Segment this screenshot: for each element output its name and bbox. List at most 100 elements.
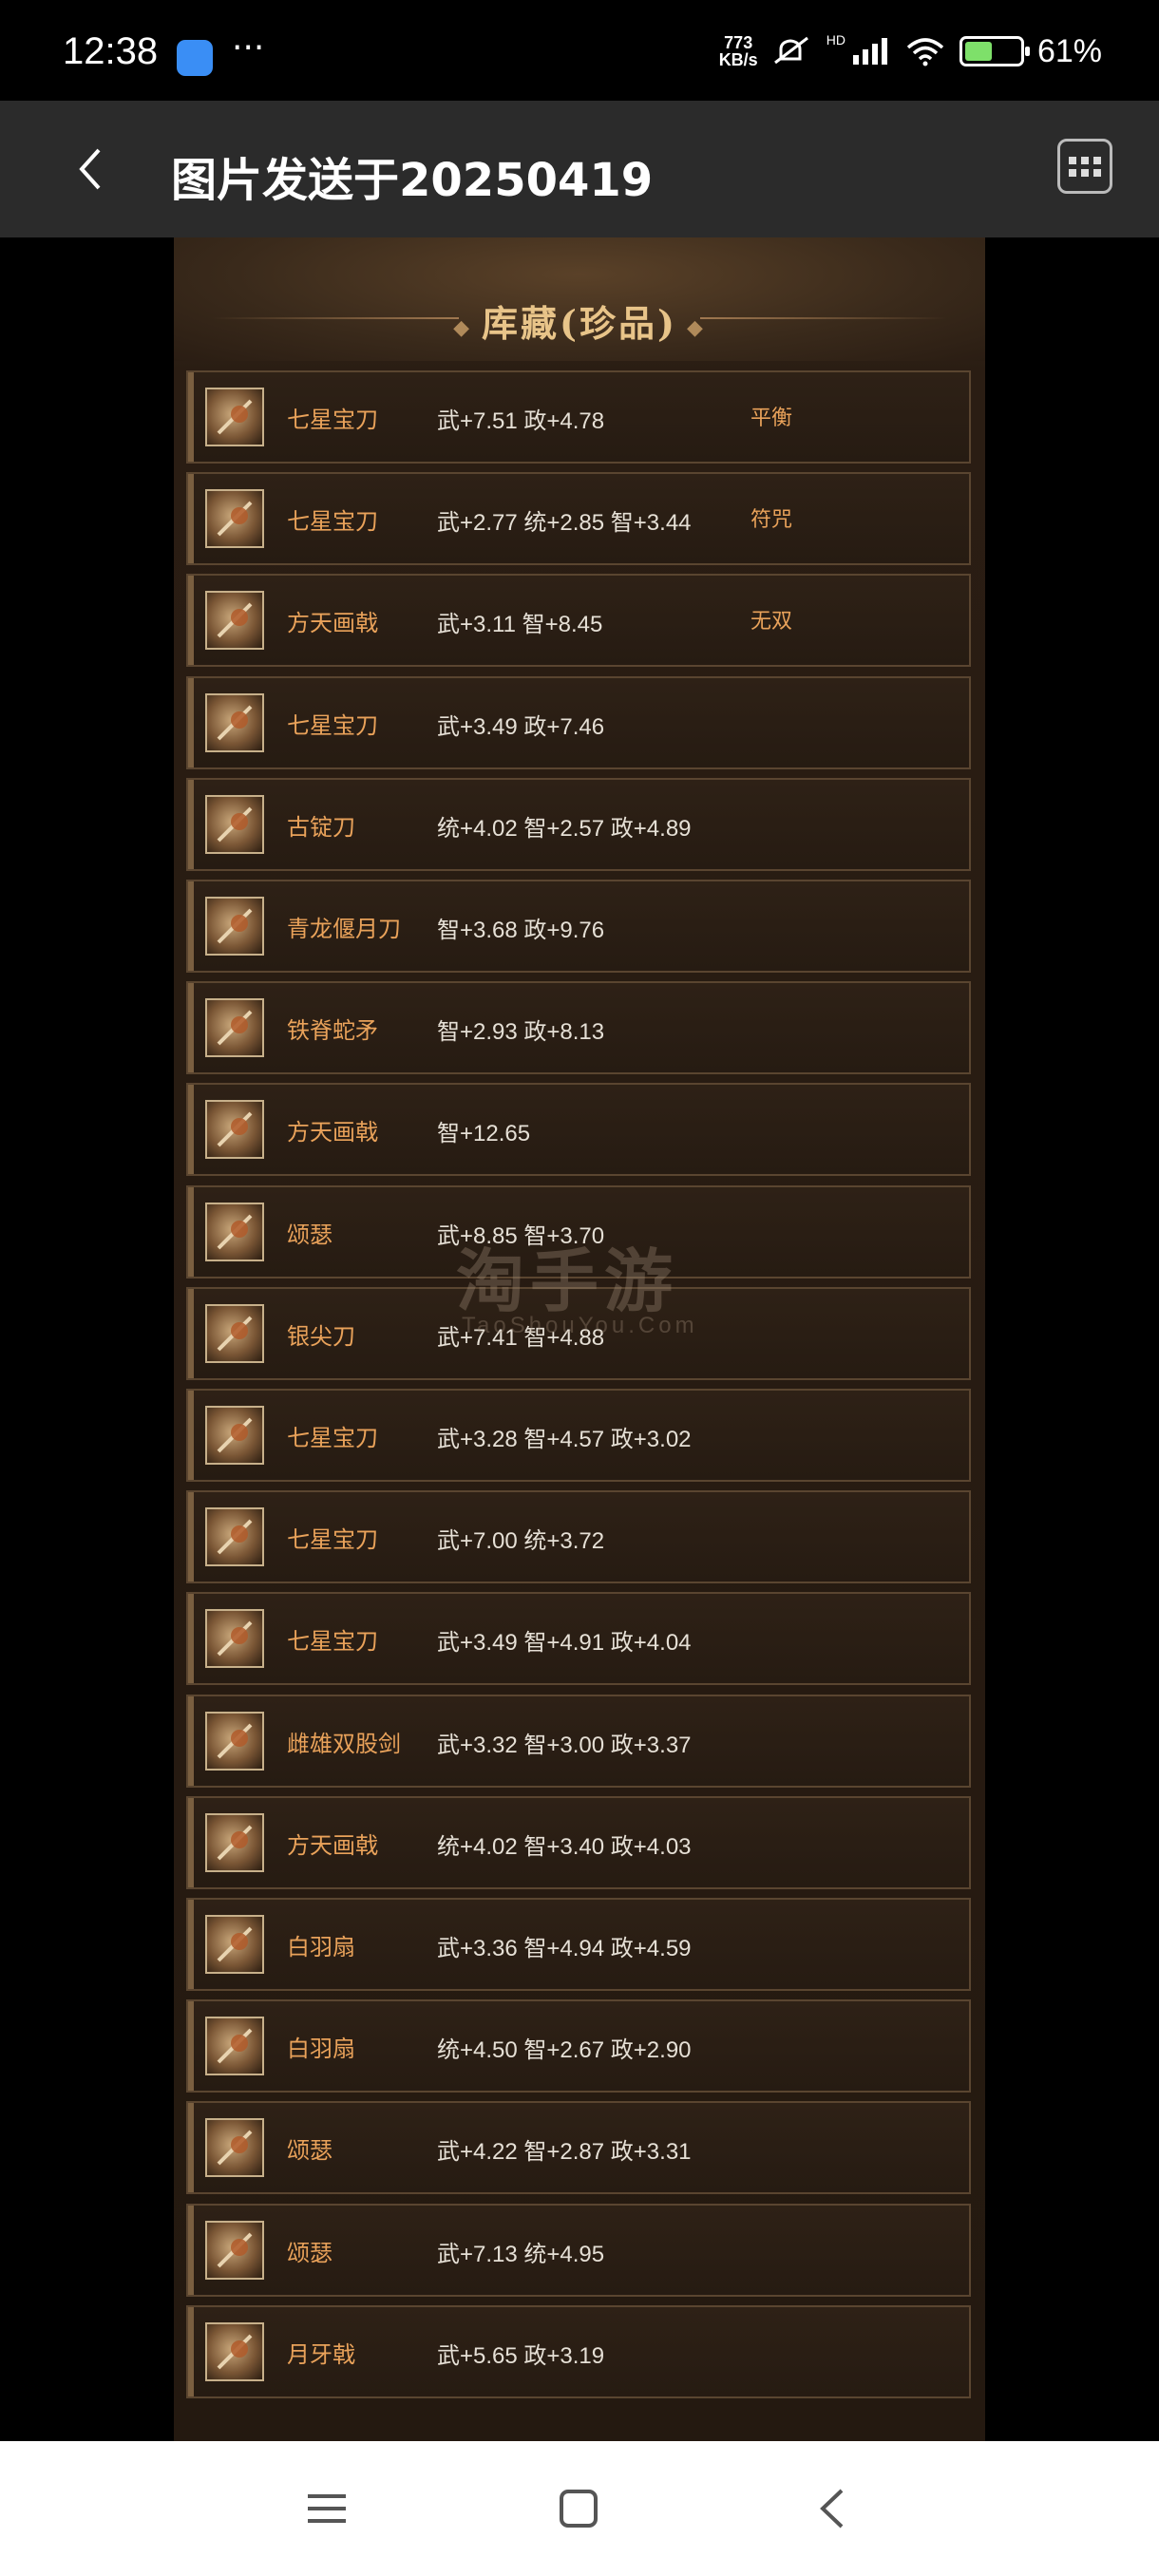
ornament-left-icon: ◆ (453, 314, 473, 340)
weapon-icon (205, 1303, 264, 1363)
battery-percent: 61% (1036, 32, 1102, 69)
inventory-row[interactable]: 方天画戟 智+12.65 (186, 1083, 971, 1177)
weapon-icon (205, 1711, 264, 1771)
item-name: 铁脊蛇矛 (287, 1017, 378, 1045)
item-stats: 武+5.65 政+3.19 (437, 2342, 605, 2369)
inventory-row[interactable]: 月牙戟 武+5.65 政+3.19 (186, 2304, 971, 2398)
item-name: 七星宝刀 (287, 1425, 378, 1451)
item-name: 颂瑟 (287, 2137, 332, 2165)
more-notifications-icon: ··· (232, 28, 265, 67)
item-stats: 武+3.49 智+4.91 政+4.04 (437, 1630, 692, 1657)
inventory-row[interactable]: 七星宝刀 武+2.77 统+2.85 智+3.44 符咒 (186, 472, 971, 566)
item-stats: 武+4.22 智+2.87 政+3.31 (437, 2139, 692, 2166)
menu-icon[interactable] (306, 2491, 348, 2527)
weapon-icon (205, 388, 264, 446)
weapon-icon (205, 1507, 264, 1567)
hd-signal-label: HD (826, 32, 846, 47)
item-stats: 武+3.32 智+3.00 政+3.37 (437, 1732, 692, 1758)
weapon-icon (205, 2321, 264, 2381)
weapon-icon (205, 998, 264, 1058)
item-stats: 武+3.28 智+4.57 政+3.02 (437, 1427, 692, 1452)
item-stats: 智+3.68 政+9.76 (437, 918, 605, 943)
weapon-icon (205, 2220, 264, 2280)
item-tag: 符咒 (750, 508, 793, 533)
item-stats: 武+7.00 统+3.72 (437, 1528, 605, 1555)
weapon-icon (205, 489, 264, 549)
network-speed-unit: KB/s (718, 50, 758, 69)
inventory-row[interactable]: 颂瑟 武+7.13 统+4.95 (186, 2203, 971, 2297)
status-icons: 773 KB/s HD 61% (719, 32, 1102, 70)
item-stats: 统+4.02 智+2.57 政+4.89 (437, 815, 692, 842)
wifi-icon (906, 38, 944, 66)
item-name: 七星宝刀 (287, 508, 378, 536)
item-stats: 智+2.93 政+8.13 (437, 1019, 605, 1046)
item-name: 青龙偃月刀 (287, 916, 401, 942)
inventory-row[interactable]: 白羽扇 武+3.36 智+4.94 政+4.59 (186, 1898, 971, 1991)
item-stats: 智+12.65 (437, 1121, 531, 1147)
weapon-icon (205, 2118, 264, 2178)
item-name: 方天画戟 (287, 610, 378, 637)
weapon-icon (205, 591, 264, 651)
inventory-row[interactable]: 颂瑟 武+4.22 智+2.87 政+3.31 (186, 2101, 971, 2195)
watermark-sub: TaoShouYou.Com (462, 1313, 698, 1338)
item-tag: 平衡 (750, 407, 793, 430)
app-header: 图片发送于20250419 (0, 101, 1159, 237)
inventory-row[interactable]: 七星宝刀 武+7.51 政+4.78 平衡 (186, 370, 971, 464)
item-name: 雌雄双股剑 (287, 1730, 401, 1757)
network-speed-value: 773 (724, 33, 753, 52)
network-speed: 773 KB/s (719, 34, 758, 68)
inventory-row[interactable]: 七星宝刀 武+3.49 智+4.91 政+4.04 (186, 1592, 971, 1686)
item-name: 方天画戟 (287, 1119, 378, 1146)
inventory-row[interactable]: 铁脊蛇矛 智+2.93 政+8.13 (186, 981, 971, 1075)
item-stats: 武+7.13 统+4.95 (437, 2241, 605, 2267)
item-stats: 武+3.49 政+7.46 (437, 713, 605, 740)
inventory-row[interactable]: 七星宝刀 武+3.28 智+4.57 政+3.02 (186, 1389, 971, 1482)
weapon-icon (205, 1915, 264, 1974)
inventory-row[interactable]: 方天画戟 统+4.02 智+3.40 政+4.03 (186, 1795, 971, 1889)
weapon-icon (205, 1100, 264, 1160)
item-stats: 统+4.50 智+2.67 政+2.90 (437, 2037, 692, 2064)
item-name: 月牙戟 (287, 2340, 355, 2368)
chevron-left-icon[interactable] (72, 144, 110, 194)
ornament-right-icon: ◆ (686, 314, 706, 340)
item-name: 七星宝刀 (287, 1526, 378, 1554)
item-stats: 武+3.11 智+8.45 (437, 612, 603, 638)
item-name: 七星宝刀 (287, 711, 378, 739)
item-name: 七星宝刀 (287, 1628, 378, 1656)
cell-signal-icon (852, 38, 887, 65)
item-name: 颂瑟 (287, 1221, 332, 1248)
page-title: 图片发送于20250419 (171, 154, 654, 207)
item-tag: 无双 (750, 610, 793, 635)
inventory-row[interactable]: 白羽扇 统+4.50 智+2.67 政+2.90 (186, 1999, 971, 2093)
item-stats: 武+7.51 政+4.78 (437, 408, 605, 434)
inventory-row[interactable]: 方天画戟 武+3.11 智+8.45 无双 (186, 574, 971, 668)
weapon-icon (205, 1202, 264, 1261)
inventory-row[interactable]: 七星宝刀 武+7.00 统+3.72 (186, 1490, 971, 1584)
inventory-row[interactable]: 青龙偃月刀 智+3.68 政+9.76 (186, 880, 971, 973)
item-name: 七星宝刀 (287, 407, 378, 433)
back-icon[interactable] (815, 2487, 847, 2530)
weapon-icon (205, 692, 264, 752)
item-name: 白羽扇 (287, 1934, 355, 1960)
weapon-icon (205, 1609, 264, 1669)
weapon-icon (205, 2017, 264, 2076)
app-notification-icon (177, 40, 213, 76)
home-icon[interactable] (559, 2489, 598, 2529)
inventory-row[interactable]: 七星宝刀 武+3.49 政+7.46 (186, 675, 971, 769)
item-name: 方天画戟 (287, 1831, 378, 1859)
item-stats: 武+3.36 智+4.94 政+4.59 (437, 1936, 692, 1961)
system-nav-bar (0, 2441, 1159, 2576)
item-name: 颂瑟 (287, 2239, 332, 2266)
weapon-icon (205, 897, 264, 956)
inventory-row[interactable]: 古锭刀 统+4.02 智+2.57 政+4.89 (186, 777, 971, 871)
panel-title: 库藏(珍品) (482, 302, 677, 345)
weapon-icon (205, 1406, 264, 1465)
weapon-icon (205, 1812, 264, 1872)
item-name: 古锭刀 (287, 813, 355, 841)
status-time: 12:38 (63, 30, 159, 72)
item-name: 银尖刀 (287, 1322, 355, 1350)
inventory-row[interactable]: 雌雄双股剑 武+3.32 智+3.00 政+3.37 (186, 1694, 971, 1788)
panel-title-wrap: ◆ 库藏(珍品) ◆ (174, 294, 985, 347)
panel-header: ◆ 库藏(珍品) ◆ (174, 237, 985, 361)
grid-icon[interactable] (1057, 139, 1112, 194)
